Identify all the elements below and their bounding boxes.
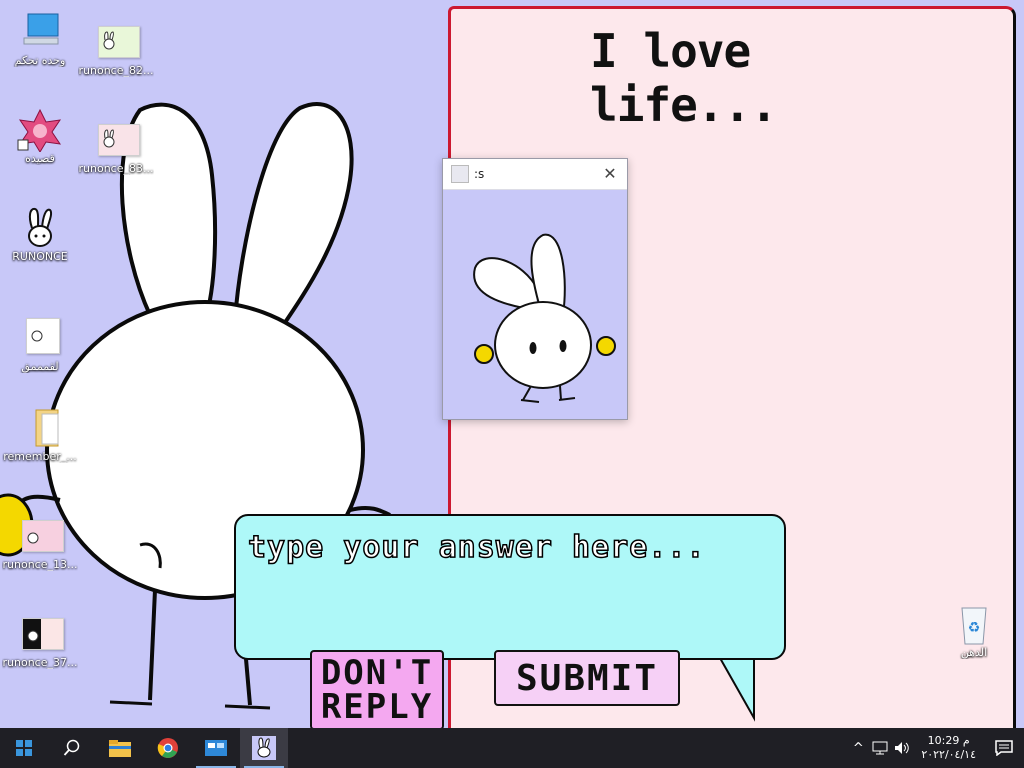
taskbar-chrome[interactable] xyxy=(144,728,192,768)
submit-button[interactable]: SUBMIT xyxy=(494,650,680,706)
bunny-app-icon xyxy=(252,736,276,760)
desktop-icon-recycle-bin[interactable]: ♻ ﺍﻟﺪﻫﻦ xyxy=(936,602,1012,659)
desktop-icon-runonce-13[interactable]: runonce_13... xyxy=(2,514,78,571)
bunny-window-title: :s xyxy=(474,167,485,181)
taskbar-bunny-app[interactable] xyxy=(240,728,288,768)
bunny-window-titlebar[interactable]: :s ✕ xyxy=(443,159,627,190)
image-file-icon xyxy=(16,514,64,554)
recycle-bin-icon: ♻ xyxy=(950,602,998,645)
dont-reply-button[interactable]: DON'T REPLY xyxy=(310,650,444,730)
desktop-icon-label: RUNONCE xyxy=(12,250,68,263)
desktop-icon-label: ﺍﻟﺪﻫﻦ xyxy=(960,646,988,659)
desktop-icon-label: ﻗﺼﻴﺪﻩ xyxy=(25,152,55,165)
desktop-icon-runonce-83[interactable]: runonce_83... xyxy=(78,118,154,175)
control-panel-icon xyxy=(16,10,64,50)
image-file-icon xyxy=(92,20,140,60)
network-icon[interactable] xyxy=(869,728,891,768)
notification-icon xyxy=(995,740,1013,756)
taskbar-control-panel[interactable] xyxy=(192,728,240,768)
desktop-icon-poem[interactable]: ﻗﺼﻴﺪﻩ xyxy=(2,108,78,165)
bunny-app-icon xyxy=(16,206,64,247)
close-icon[interactable]: ✕ xyxy=(601,165,619,183)
system-tray: ^ 10:29 م ٢٠٢٢/٠٤/١٤ xyxy=(847,728,1024,768)
image-file-icon xyxy=(16,612,64,652)
clock[interactable]: 10:29 م ٢٠٢٢/٠٤/١٤ xyxy=(913,734,984,762)
search-button[interactable] xyxy=(48,728,96,768)
desktop-icon-label: ﻭﺣﺪﻩ ﺗﺤﻜﻢ xyxy=(14,54,66,67)
volume-icon[interactable] xyxy=(891,728,913,768)
image-file-icon xyxy=(92,118,140,158)
start-button[interactable] xyxy=(0,728,48,768)
clock-date: ٢٠٢٢/٠٤/١٤ xyxy=(921,748,976,761)
svg-text:♻: ♻ xyxy=(968,620,981,636)
control-panel-icon xyxy=(205,740,227,756)
desktop-icon-label: remember_... xyxy=(3,450,77,463)
desktop-icon-remember-folder[interactable]: remember_... xyxy=(2,406,78,463)
desktop-icon-runonce-37[interactable]: runonce_37... xyxy=(2,612,78,669)
clock-time: 10:29 م xyxy=(927,734,970,747)
bunny-window[interactable]: :s ✕ xyxy=(442,158,628,420)
notification-button[interactable] xyxy=(984,728,1024,768)
dancing-bunny-illustration xyxy=(473,233,616,403)
desktop-icon-document[interactable]: ﻟﻘﻤﻤﻤﻖ xyxy=(2,316,78,373)
desktop-icon-label: runonce_37... xyxy=(2,656,78,669)
file-explorer-icon xyxy=(109,740,131,757)
desktop-icon-runonce-82[interactable]: runonce_82... xyxy=(78,20,154,77)
desktop-icon-control-panel[interactable]: ﻭﺣﺪﻩ ﺗﺤﻜﻢ xyxy=(2,10,78,67)
taskbar-file-explorer[interactable] xyxy=(96,728,144,768)
paper-title: I love life... xyxy=(590,24,778,132)
desktop-icon-label: ﻟﻘﻤﻤﻤﻖ xyxy=(21,360,59,373)
chevron-up-icon[interactable]: ^ xyxy=(847,728,869,768)
desktop-icon-runonce-app[interactable]: RUNONCE xyxy=(2,206,78,263)
folder-icon xyxy=(16,406,64,447)
desktop-icon-label: runonce_82... xyxy=(78,64,154,77)
document-icon xyxy=(16,316,64,356)
mandala-shortcut-icon xyxy=(16,108,64,153)
answer-input[interactable] xyxy=(246,524,770,570)
search-icon xyxy=(63,739,80,756)
bunny-app-icon xyxy=(451,165,469,183)
chrome-icon xyxy=(157,738,178,758)
taskbar: ^ 10:29 م ٢٠٢٢/٠٤/١٤ xyxy=(0,728,1024,768)
desktop-icon-label: runonce_83... xyxy=(78,162,154,175)
start-icon xyxy=(16,740,32,756)
desktop-icon-label: runonce_13... xyxy=(2,558,78,571)
